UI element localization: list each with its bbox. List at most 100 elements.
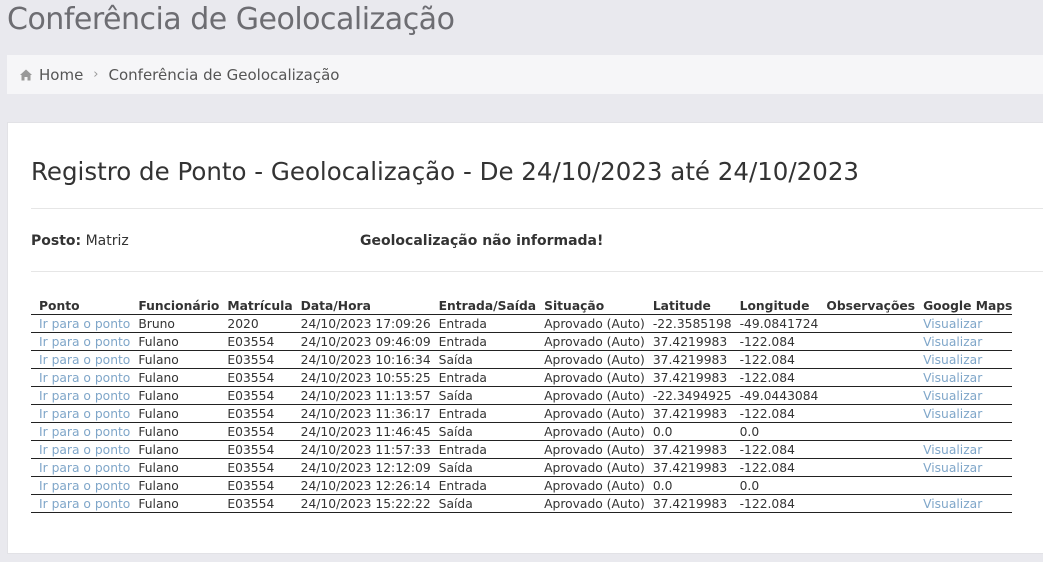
table-cell: Entrada [430, 404, 537, 423]
cell-funcionario: Fulano [138, 460, 179, 475]
table-cell: Fulano [130, 494, 220, 513]
table-cell: 0.0 [644, 476, 732, 495]
cell-latitude: 37.4219983 [652, 406, 728, 421]
table-cell: Fulano [130, 422, 220, 441]
ponto-link[interactable]: Ir para o ponto [39, 497, 130, 511]
ponto-link[interactable]: Ir para o ponto [39, 407, 130, 421]
table-cell: Visualizar [915, 386, 1013, 405]
google-maps-link[interactable]: Visualizar [923, 443, 982, 457]
table-cell [818, 332, 916, 351]
ponto-link[interactable]: Ir para o ponto [39, 389, 130, 403]
cell-entrada-saida: Saída [438, 424, 473, 439]
table-cell: Ir para o ponto [31, 476, 131, 495]
ponto-link[interactable]: Ir para o ponto [39, 443, 130, 457]
cell-latitude: 37.4219983 [652, 496, 728, 511]
table-cell: Fulano [130, 350, 220, 369]
table-cell: -122.084 [731, 494, 819, 513]
table-cell: Visualizar [915, 368, 1013, 387]
cell-matricula: E03554 [227, 370, 275, 385]
table-row: Ir para o ponto Bruno 2020 24/10/2023 17:09… [31, 314, 1013, 333]
google-maps-link[interactable]: Visualizar [923, 461, 982, 475]
table-cell: 24/10/2023 10:55:25 [292, 368, 431, 387]
table-cell: 24/10/2023 12:26:14 [292, 476, 431, 495]
table-cell: Fulano [130, 476, 220, 495]
ponto-link[interactable]: Ir para o ponto [39, 335, 130, 349]
google-maps-link[interactable]: Visualizar [923, 335, 982, 349]
google-maps-link[interactable]: Visualizar [923, 317, 982, 331]
table-cell: -122.084 [731, 350, 819, 369]
table-cell: Visualizar [915, 440, 1013, 459]
cell-situacao: Aprovado (Auto) [544, 442, 645, 457]
cell-funcionario: Bruno [138, 316, 175, 331]
cell-funcionario: Fulano [138, 370, 179, 385]
ponto-link[interactable]: Ir para o ponto [39, 461, 130, 475]
table-row: Ir para o ponto Fulano E03554 24/10/2023 11… [31, 440, 1013, 459]
cell-longitude: 0.0 [739, 424, 760, 439]
cell-entrada-saida: Entrada [438, 370, 487, 385]
header-entrada-saida: Entrada/Saída [430, 297, 537, 315]
google-maps-link[interactable]: Visualizar [923, 353, 982, 367]
table-row: Ir para o ponto Fulano E03554 24/10/2023 11… [31, 422, 1013, 441]
posto-info: Posto: Matriz [31, 233, 129, 249]
ponto-link[interactable]: Ir para o ponto [39, 317, 130, 331]
table-cell: Aprovado (Auto) [536, 494, 645, 513]
table-cell: Aprovado (Auto) [536, 350, 645, 369]
google-maps-link[interactable]: Visualizar [923, 407, 982, 421]
google-maps-link[interactable]: Visualizar [923, 497, 982, 511]
table-cell: Fulano [130, 386, 220, 405]
report-title: Registro de Ponto - Geolocalização - De … [31, 157, 859, 186]
table-cell: Ir para o ponto [31, 314, 131, 333]
cell-matricula: E03554 [227, 334, 275, 349]
breadcrumb: Home › Conferência de Geolocalização [7, 55, 1043, 94]
table-cell: Aprovado (Auto) [536, 404, 645, 423]
table-cell: E03554 [219, 368, 293, 387]
table-cell: Ir para o ponto [31, 350, 131, 369]
google-maps-link[interactable]: Visualizar [923, 371, 982, 385]
ponto-link[interactable]: Ir para o ponto [39, 353, 130, 367]
cell-situacao: Aprovado (Auto) [544, 370, 645, 385]
cell-funcionario: Fulano [138, 496, 179, 511]
cell-latitude: 37.4219983 [652, 334, 728, 349]
ponto-link[interactable]: Ir para o ponto [39, 425, 130, 439]
table-row: Ir para o ponto Fulano E03554 24/10/2023 09… [31, 332, 1013, 351]
posto-label: Posto: [31, 233, 82, 249]
breadcrumb-home-link[interactable]: Home [39, 66, 83, 84]
table-cell: Bruno [130, 314, 220, 333]
google-maps-link[interactable]: Visualizar [923, 389, 982, 403]
header-longitude: Longitude [731, 297, 819, 315]
table-cell [818, 386, 916, 405]
header-latitude: Latitude [644, 297, 732, 315]
home-icon[interactable] [19, 68, 33, 82]
cell-funcionario: Fulano [138, 334, 179, 349]
table-cell: Saída [430, 494, 537, 513]
ponto-link[interactable]: Ir para o ponto [39, 479, 130, 493]
cell-latitude: 37.4219983 [652, 352, 728, 367]
cell-matricula: E03554 [227, 388, 275, 403]
table-cell: Entrada [430, 440, 537, 459]
table-cell: Saída [430, 422, 537, 441]
table-cell: -49.0443084 [731, 386, 819, 405]
cell-datahora: 24/10/2023 10:55:25 [300, 370, 431, 385]
cell-longitude: 0.0 [739, 478, 760, 493]
cell-latitude: 37.4219983 [652, 370, 728, 385]
cell-entrada-saida: Saída [438, 496, 473, 511]
cell-longitude: -49.0841724 [739, 316, 819, 331]
cell-situacao: Aprovado (Auto) [544, 334, 645, 349]
header-observacoes: Observações [818, 297, 916, 315]
table-cell: Entrada [430, 476, 537, 495]
table-cell: E03554 [219, 386, 293, 405]
table-cell: Fulano [130, 332, 220, 351]
cell-datahora: 24/10/2023 12:12:09 [300, 460, 431, 475]
records-table: Ponto Funcionário Matrícula Data/Hora En… [31, 297, 1013, 513]
table-cell: Ir para o ponto [31, 386, 131, 405]
table-row: Ir para o ponto Fulano E03554 24/10/2023 11… [31, 386, 1013, 405]
cell-datahora: 24/10/2023 15:22:22 [300, 496, 431, 511]
table-row: Ir para o ponto Fulano E03554 24/10/2023 11… [31, 404, 1013, 423]
cell-longitude: -49.0443084 [739, 388, 819, 403]
table-cell: Ir para o ponto [31, 332, 131, 351]
cell-entrada-saida: Saída [438, 460, 473, 475]
table-cell: -122.084 [731, 458, 819, 477]
cell-matricula: 2020 [227, 316, 259, 331]
ponto-link[interactable]: Ir para o ponto [39, 371, 130, 385]
cell-latitude: -22.3585198 [652, 316, 732, 331]
